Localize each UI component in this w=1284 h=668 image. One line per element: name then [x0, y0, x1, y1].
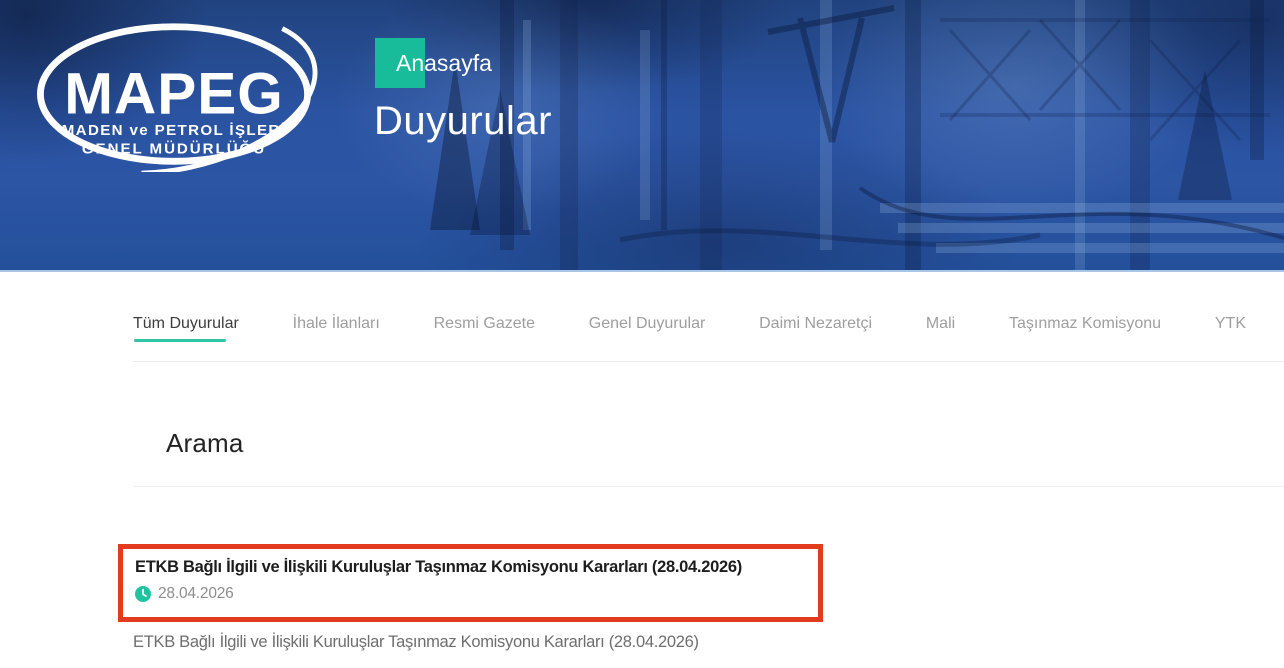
tab-genel-duyurular[interactable]: Genel Duyurular: [589, 314, 706, 334]
tab-daimi-nezaretci[interactable]: Daimi Nezaretçi: [759, 314, 872, 334]
tab-resmi-gazete[interactable]: Resmi Gazete: [434, 314, 535, 334]
announcement-title[interactable]: ETKB Bağlı İlgili ve İlişkili Kuruluşlar…: [135, 556, 810, 578]
announcements-page: MAPEG MADEN ve PETROL İŞLERİ GENEL MÜDÜR…: [0, 0, 1284, 668]
announcement-date: 28.04.2026: [135, 585, 810, 603]
logo-subtitle-line2: GENEL MÜDÜRLÜĞÜ: [82, 139, 266, 157]
hero-header: MAPEG MADEN ve PETROL İŞLERİ GENEL MÜDÜR…: [0, 0, 1284, 272]
announcement-date-text: 28.04.2026: [158, 585, 234, 603]
search-divider: [133, 486, 1284, 487]
logo-brand-text: MAPEG: [64, 61, 283, 126]
tab-ihale-ilanlari[interactable]: İhale İlanları: [293, 314, 380, 334]
logo-subtitle-line1: MADEN ve PETROL İŞLERİ: [62, 122, 287, 139]
search-heading: Arama: [166, 428, 244, 459]
mapeg-logo[interactable]: MAPEG MADEN ve PETROL İŞLERİ GENEL MÜDÜR…: [26, 16, 322, 172]
clock-icon: [135, 586, 151, 602]
highlighted-announcement[interactable]: ETKB Bağlı İlgili ve İlişkili Kuruluşlar…: [118, 544, 823, 622]
tab-ytk[interactable]: YTK: [1215, 314, 1246, 334]
page-title: Duyurular: [374, 99, 552, 144]
tabs-divider: [133, 361, 1284, 362]
tab-mali[interactable]: Mali: [926, 314, 955, 334]
breadcrumb-home-link[interactable]: Anasayfa: [396, 38, 492, 88]
next-announcement-title[interactable]: ETKB Bağlı İlgili ve İlişkili Kuruluşlar…: [133, 631, 699, 653]
tab-tum-duyurular[interactable]: Tüm Duyurular: [133, 314, 239, 334]
breadcrumb: Anasayfa: [375, 38, 492, 88]
announcement-category-tabs: Tüm Duyurular İhale İlanları Resmi Gazet…: [133, 314, 1246, 334]
tab-tasinmaz-komisyonu[interactable]: Taşınmaz Komisyonu: [1009, 314, 1161, 334]
